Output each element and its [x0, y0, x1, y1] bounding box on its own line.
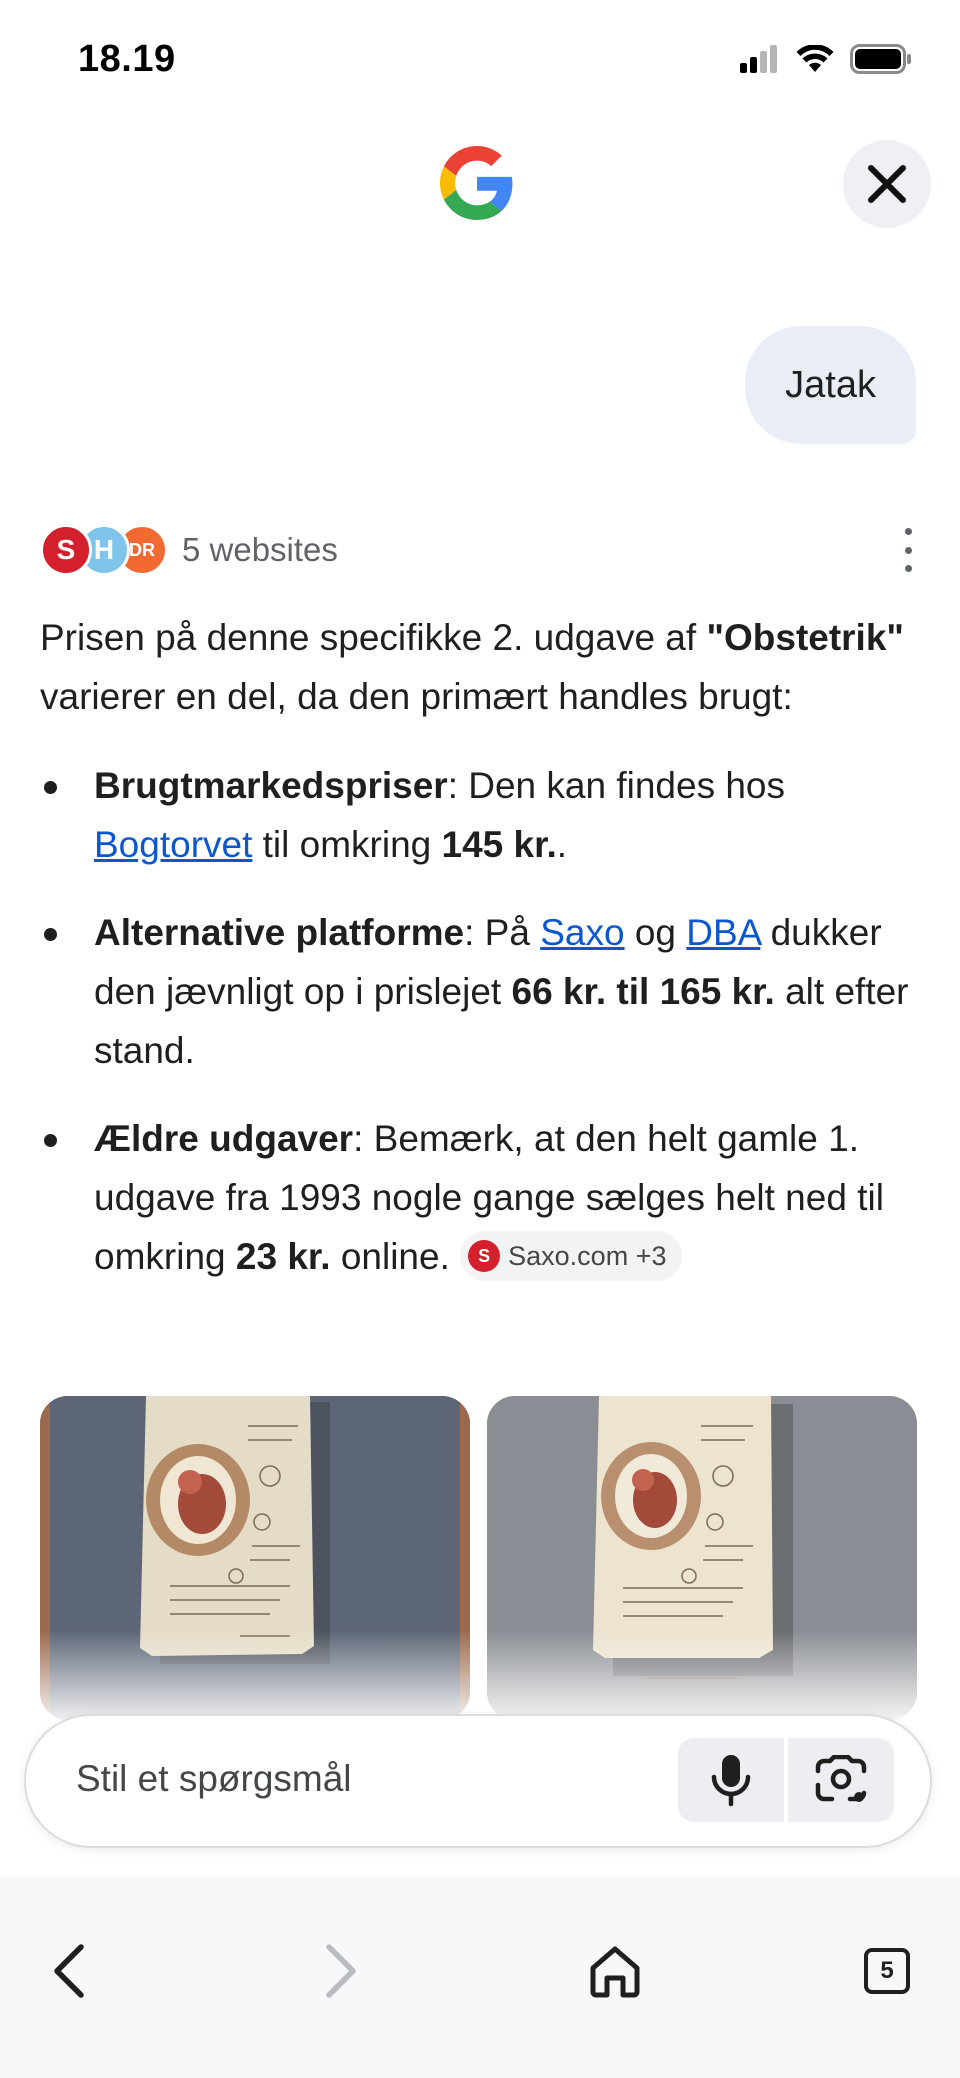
sources-count[interactable]: 5 websites	[182, 531, 338, 569]
source-saxo-icon: S	[40, 524, 92, 576]
home-button[interactable]	[580, 1936, 650, 2006]
sources-row[interactable]: S H DR 5 websites	[40, 522, 920, 578]
link-dba[interactable]: DBA	[686, 912, 760, 953]
lens-icon	[815, 1755, 867, 1802]
citation-chip[interactable]: S Saxo.com +3	[460, 1231, 683, 1282]
close-button[interactable]	[843, 140, 931, 228]
mic-button[interactable]	[678, 1738, 784, 1822]
list-item: Ældre udgaver: Bemærk, at den helt gamle…	[40, 1109, 930, 1286]
signal-icon	[740, 45, 777, 73]
status-time: 18.19	[78, 38, 176, 80]
user-message-bubble: Jatak	[745, 326, 916, 444]
search-box[interactable]: Stil et spørgsmål	[24, 1714, 932, 1848]
lens-button[interactable]	[788, 1738, 894, 1822]
back-icon	[54, 1944, 84, 1998]
tabs-icon: 5	[864, 1948, 910, 1994]
link-bogtorvet[interactable]: Bogtorvet	[94, 824, 252, 865]
home-icon	[590, 1946, 640, 1998]
more-vert-icon[interactable]	[896, 528, 920, 572]
forward-icon	[326, 1944, 356, 1998]
user-message-text: Jatak	[785, 363, 876, 406]
tabs-button[interactable]: 5	[852, 1936, 922, 2006]
answer-intro: Prisen på denne specifikke 2. udgave af …	[40, 617, 904, 717]
close-icon	[868, 165, 906, 203]
google-logo	[440, 146, 513, 220]
answer-list: Brugtmarkedspriser: Den kan findes hos B…	[40, 756, 930, 1286]
bottom-nav: 5	[0, 1876, 960, 2078]
ai-answer: Prisen på denne specifikke 2. udgave af …	[40, 608, 930, 1315]
wifi-icon	[796, 45, 834, 72]
battery-icon	[850, 44, 911, 74]
link-saxo[interactable]: Saxo	[540, 912, 624, 953]
status-bar: 18.19	[0, 0, 960, 120]
list-item: Brugtmarkedspriser: Den kan findes hos B…	[40, 756, 930, 874]
forward-button[interactable]	[306, 1936, 376, 2006]
status-icons	[740, 44, 912, 74]
mic-icon	[711, 1755, 751, 1807]
search-input[interactable]: Stil et spørgsmål	[76, 1758, 352, 1800]
back-button[interactable]	[34, 1936, 104, 2006]
list-item: Alternative platforme: På Saxo og DBA du…	[40, 903, 930, 1080]
saxo-icon: S	[468, 1240, 501, 1273]
